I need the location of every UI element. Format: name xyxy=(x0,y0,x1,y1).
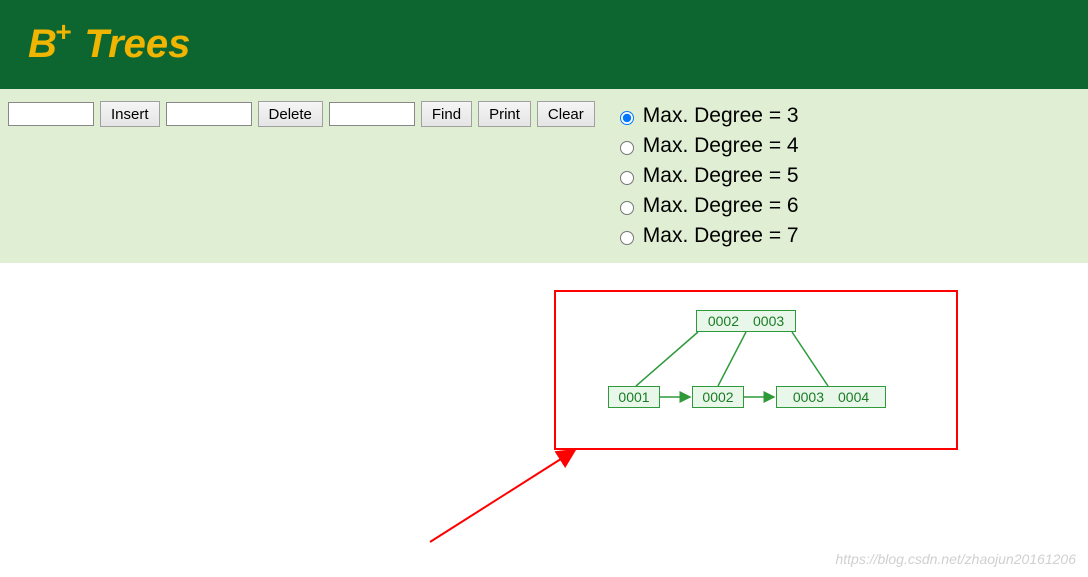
degree-label: Max. Degree = 6 xyxy=(643,191,799,221)
watermark: https://blog.csdn.net/zhaojun20161206 xyxy=(835,551,1076,567)
degree-option-4[interactable]: Max. Degree = 4 xyxy=(615,131,799,161)
node-key: 0002 xyxy=(708,313,739,329)
delete-input[interactable] xyxy=(166,102,252,126)
print-button[interactable]: Print xyxy=(478,101,531,127)
title-sup: + xyxy=(55,16,71,47)
tree-canvas: 0002 0003 0001 0002 0003 0004 xyxy=(554,290,958,450)
tree-leaf-node: 0002 xyxy=(692,386,744,408)
insert-input[interactable] xyxy=(8,102,94,126)
degree-options: Max. Degree = 3 Max. Degree = 4 Max. Deg… xyxy=(615,101,799,251)
tree-leaf-node: 0001 xyxy=(608,386,660,408)
title-prefix: B xyxy=(28,22,57,66)
degree-label: Max. Degree = 3 xyxy=(643,101,799,131)
find-button[interactable]: Find xyxy=(421,101,472,127)
node-key: 0003 xyxy=(753,313,784,329)
page-title: B+ Trees xyxy=(28,22,190,66)
degree-label: Max. Degree = 4 xyxy=(643,131,799,161)
page-header: B+ Trees xyxy=(0,0,1088,89)
degree-radio-3[interactable] xyxy=(620,111,634,125)
degree-label: Max. Degree = 7 xyxy=(643,221,799,251)
node-key: 0001 xyxy=(618,389,649,405)
degree-option-5[interactable]: Max. Degree = 5 xyxy=(615,161,799,191)
toolbar-row: Insert Delete Find Print Clear xyxy=(8,101,595,127)
controls-panel: Insert Delete Find Print Clear Max. Degr… xyxy=(0,89,1088,263)
node-key: 0002 xyxy=(702,389,733,405)
degree-radio-4[interactable] xyxy=(620,141,634,155)
tree-leaf-node: 0003 0004 xyxy=(776,386,886,408)
degree-option-3[interactable]: Max. Degree = 3 xyxy=(615,101,799,131)
degree-option-7[interactable]: Max. Degree = 7 xyxy=(615,221,799,251)
degree-label: Max. Degree = 5 xyxy=(643,161,799,191)
degree-radio-7[interactable] xyxy=(620,231,634,245)
node-key: 0003 xyxy=(793,389,824,405)
title-suffix: Trees xyxy=(73,22,190,66)
delete-button[interactable]: Delete xyxy=(258,101,323,127)
clear-button[interactable]: Clear xyxy=(537,101,595,127)
degree-radio-6[interactable] xyxy=(620,201,634,215)
degree-option-6[interactable]: Max. Degree = 6 xyxy=(615,191,799,221)
find-input[interactable] xyxy=(329,102,415,126)
tree-root-node: 0002 0003 xyxy=(696,310,796,332)
node-key: 0004 xyxy=(838,389,869,405)
degree-radio-5[interactable] xyxy=(620,171,634,185)
highlight-arrow xyxy=(420,442,600,552)
insert-button[interactable]: Insert xyxy=(100,101,160,127)
